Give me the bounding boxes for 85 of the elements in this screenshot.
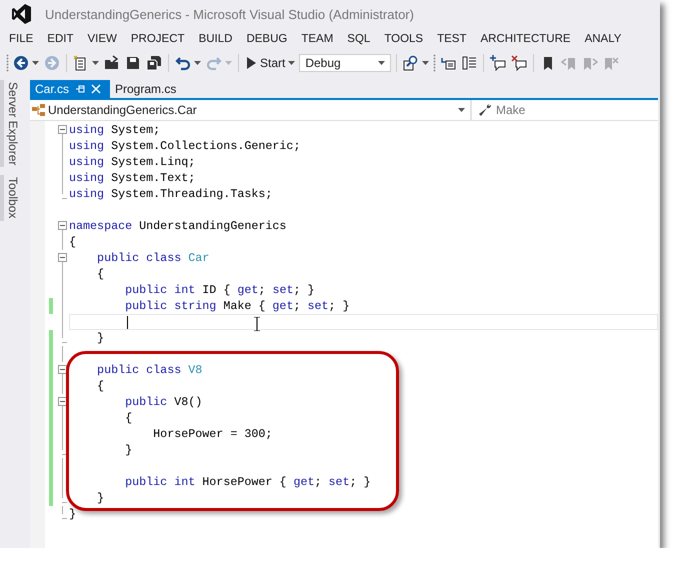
undo-arrow-icon — [175, 55, 191, 71]
open-folder-button[interactable] — [103, 54, 121, 72]
collapse-icon[interactable] — [58, 125, 67, 134]
back-arrow-button[interactable] — [12, 54, 40, 72]
uncomment-bubble-button[interactable] — [510, 54, 528, 72]
document-tab[interactable]: Program.cs — [110, 80, 182, 98]
outline-guide-line — [62, 346, 63, 362]
new-item-button[interactable] — [72, 54, 100, 72]
code-line: public class Car — [96, 250, 210, 266]
find-in-files-icon — [403, 55, 420, 71]
caret-icon — [288, 61, 296, 65]
code-line: using System.Collections.Generic; — [69, 138, 300, 154]
code-line: } — [69, 506, 76, 522]
collapse-icon[interactable] — [58, 221, 67, 230]
code-line: { — [96, 266, 104, 282]
bookmark-back-icon — [561, 55, 578, 71]
code-line: } — [96, 330, 104, 346]
wrench-icon — [478, 103, 492, 117]
code-line: public class V8 — [96, 362, 202, 378]
caret-icon — [378, 61, 386, 65]
menu-item[interactable]: FILE — [9, 33, 34, 45]
member-list-button[interactable] — [460, 54, 478, 72]
code-line: HorsePower = 300; — [152, 426, 272, 442]
indent-lines-icon — [440, 55, 456, 71]
comment-bubble-icon — [490, 55, 506, 71]
bookmark-delete-icon — [603, 55, 620, 71]
comment-bubble-button[interactable] — [489, 54, 508, 72]
caret-icon — [422, 61, 430, 65]
side-panel-tab[interactable]: Server Explorer — [0, 80, 24, 168]
code-line: using System.Threading.Tasks; — [69, 186, 272, 202]
menu-item[interactable]: DEBUG — [246, 33, 288, 45]
code-line: public V8() — [124, 394, 202, 410]
code-line: } — [96, 490, 104, 506]
caret-icon — [32, 61, 39, 65]
text-caret — [127, 316, 128, 329]
code-line: { — [124, 410, 132, 426]
caret-icon — [92, 61, 99, 65]
code-line: using System.Text; — [69, 170, 196, 186]
start-button[interactable]: Start — [244, 55, 296, 71]
caret-icon — [458, 108, 465, 112]
collapse-icon[interactable] — [58, 253, 67, 262]
undo-arrow-button[interactable] — [174, 54, 202, 72]
code-line: { — [69, 234, 76, 250]
menu-item[interactable]: TEAM — [301, 33, 334, 45]
open-folder-icon — [104, 55, 120, 71]
menu-item[interactable]: PROJECT — [130, 33, 185, 45]
save-all-icon — [146, 55, 162, 71]
code-line: public string Make { get; set; } — [124, 298, 350, 314]
side-panel-tab[interactable]: Toolbox — [0, 175, 24, 221]
visual-studio-logo-icon — [12, 4, 31, 24]
menu-item[interactable]: BUILD — [198, 33, 232, 45]
document-tab[interactable]: Car.cs — [30, 80, 110, 98]
window-title: UnderstandingGenerics - Microsoft Visual Studio (Administrator) — [45, 6, 414, 22]
collapse-icon[interactable] — [58, 365, 67, 374]
configuration-dropdown[interactable]: Debug — [299, 54, 392, 72]
member-dropdown[interactable]: Make — [472, 100, 526, 120]
menu-item[interactable]: VIEW — [88, 33, 117, 45]
play-icon — [245, 56, 257, 70]
menu-item[interactable]: EDIT — [47, 33, 74, 45]
pin-icon — [75, 84, 86, 94]
uncomment-bubble-icon — [511, 55, 528, 71]
menu-item[interactable]: ANALY — [584, 33, 622, 45]
code-line: using System; — [69, 122, 160, 138]
save-disk-button[interactable] — [124, 54, 142, 72]
find-in-files-button[interactable] — [402, 54, 430, 72]
member-list-icon — [461, 55, 478, 71]
code-line: public int HorsePower { get; set; } — [124, 474, 371, 490]
text-cursor-icon — [253, 317, 261, 331]
caret-icon — [194, 61, 201, 65]
code-line: using System.Linq; — [69, 154, 196, 170]
bookmark-forward-icon — [582, 55, 598, 71]
code-line: public int ID { get; set; } — [124, 282, 315, 298]
menu-item[interactable]: TEST — [437, 33, 466, 45]
close-icon — [91, 84, 102, 94]
class-icon — [32, 104, 45, 116]
menu-item[interactable]: ARCHITECTURE — [480, 33, 571, 45]
redo-arrow-icon — [206, 55, 222, 71]
code-line: namespace UnderstandingGenerics — [69, 218, 286, 234]
code-line: { — [96, 378, 104, 394]
menu-item[interactable]: SQL — [347, 33, 370, 45]
code-line: } — [124, 442, 132, 458]
menu-item[interactable]: TOOLS — [384, 33, 424, 45]
outline-guide-line — [62, 506, 63, 514]
save-all-button[interactable] — [145, 54, 163, 72]
caret-icon — [225, 61, 232, 65]
